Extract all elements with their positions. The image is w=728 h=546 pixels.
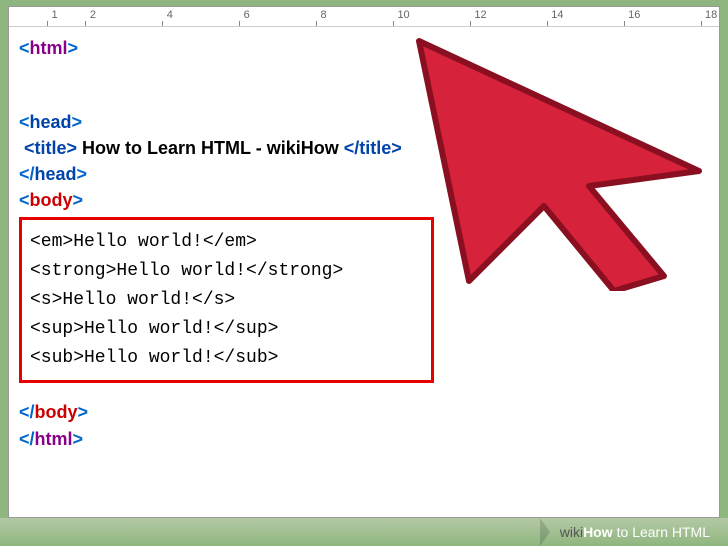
ruler-number: 6 bbox=[244, 9, 250, 21]
editor-frame: 124681012141618 <html> <head> <title> Ho… bbox=[8, 6, 720, 518]
ruler-number: 18 bbox=[705, 9, 717, 21]
tag-head-close: </head> bbox=[19, 161, 709, 187]
code-line: <sup>Hello world!</sup> bbox=[30, 315, 423, 344]
bracket: < bbox=[19, 190, 30, 210]
ruler-tick bbox=[47, 21, 48, 26]
ruler-tick bbox=[393, 21, 394, 26]
tag-body-open: <body> bbox=[19, 187, 709, 213]
bracket: > bbox=[77, 164, 88, 184]
bracket: > bbox=[78, 402, 89, 422]
brand-how: How bbox=[583, 524, 613, 540]
ruler-number: 10 bbox=[397, 9, 409, 21]
bracket: > bbox=[73, 429, 84, 449]
bracket: </ bbox=[19, 164, 35, 184]
code-line: <s>Hello world!</s> bbox=[30, 286, 423, 315]
bracket: </ bbox=[19, 402, 35, 422]
highlighted-code-block: <em>Hello world!</em><strong>Hello world… bbox=[19, 217, 434, 383]
footer-title: to Learn HTML bbox=[617, 524, 710, 540]
bracket: < bbox=[19, 38, 30, 58]
code-line: <em>Hello world!</em> bbox=[30, 228, 423, 257]
ruler-number: 16 bbox=[628, 9, 640, 21]
blank-space bbox=[19, 61, 709, 109]
code-area: <html> <head> <title> How to Learn HTML … bbox=[9, 27, 719, 460]
tag-html-open: <html> bbox=[19, 35, 709, 61]
horizontal-ruler: 124681012141618 bbox=[9, 7, 719, 27]
brand-wiki: wiki bbox=[560, 524, 583, 540]
bracket: > bbox=[72, 112, 83, 132]
title-open-tag: <title> bbox=[24, 138, 77, 158]
title-text: How to Learn HTML - wikiHow bbox=[77, 138, 344, 158]
ruler-number: 12 bbox=[474, 9, 486, 21]
title-line: <title> How to Learn HTML - wikiHow </ti… bbox=[19, 135, 709, 161]
ruler-number: 4 bbox=[167, 9, 173, 21]
title-close-tag: </title> bbox=[344, 138, 402, 158]
footer-bar: wikiHow to Learn HTML bbox=[0, 518, 728, 546]
code-line: <strong>Hello world!</strong> bbox=[30, 257, 423, 286]
ruler-tick bbox=[239, 21, 240, 26]
bracket: < bbox=[19, 112, 30, 132]
tag-name: body bbox=[35, 402, 78, 422]
tag-name: html bbox=[30, 38, 68, 58]
tag-html-close: </html> bbox=[19, 426, 709, 452]
ruler-tick bbox=[624, 21, 625, 26]
tag-body-close: </body> bbox=[19, 399, 709, 425]
bracket: > bbox=[73, 190, 84, 210]
ruler-number: 8 bbox=[321, 9, 327, 21]
ruler-tick bbox=[470, 21, 471, 26]
code-line: <sub>Hello world!</sub> bbox=[30, 344, 423, 373]
ruler-tick bbox=[162, 21, 163, 26]
ruler-tick bbox=[316, 21, 317, 26]
ruler-tick bbox=[85, 21, 86, 26]
tag-name: body bbox=[30, 190, 73, 210]
bracket: </ bbox=[19, 429, 35, 449]
tag-head-open: <head> bbox=[19, 109, 709, 135]
bracket: > bbox=[68, 38, 79, 58]
ruler-number: 2 bbox=[90, 9, 96, 21]
tag-name: head bbox=[35, 164, 77, 184]
footer-divider-icon bbox=[540, 518, 550, 546]
ruler-tick bbox=[701, 21, 702, 26]
ruler-number: 14 bbox=[551, 9, 563, 21]
ruler-number: 1 bbox=[51, 9, 57, 21]
ruler-tick bbox=[547, 21, 548, 26]
tag-name: head bbox=[30, 112, 72, 132]
tag-name: html bbox=[35, 429, 73, 449]
